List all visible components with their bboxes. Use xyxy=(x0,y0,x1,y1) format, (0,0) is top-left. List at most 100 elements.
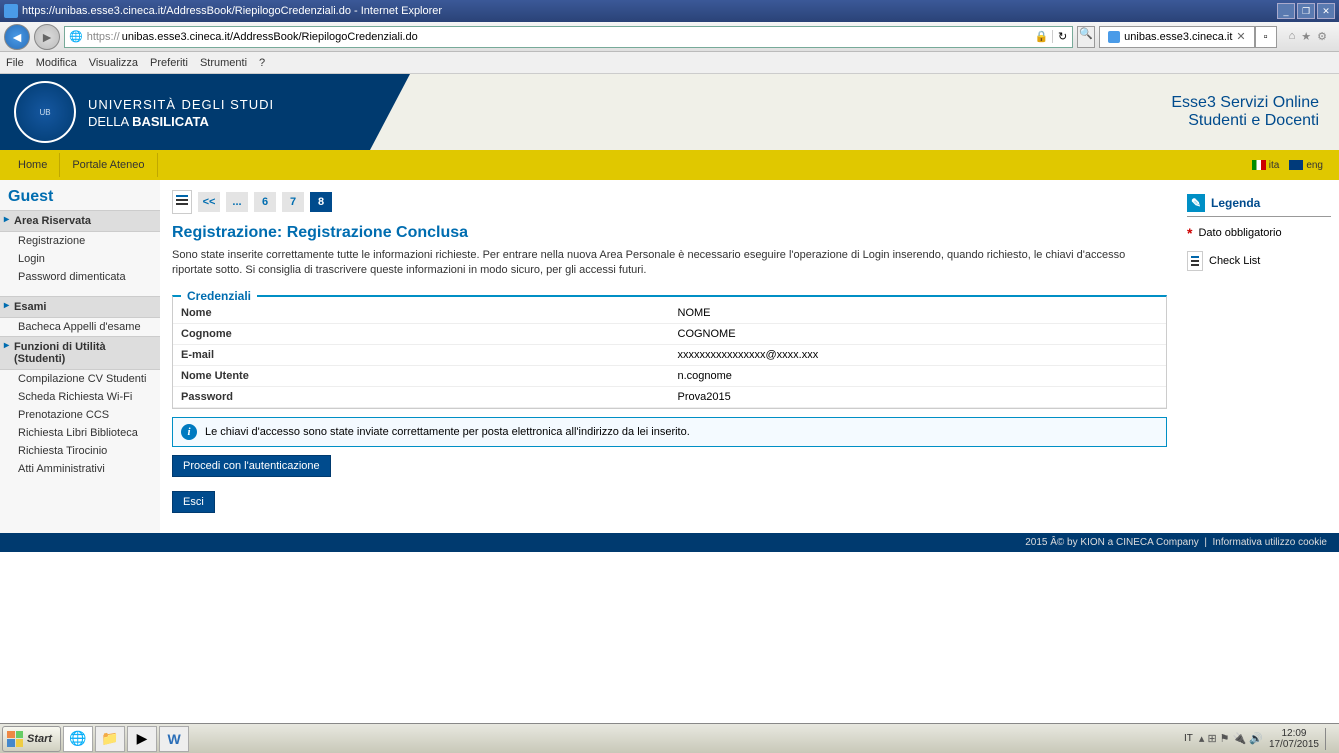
legend-checklist-label: Check List xyxy=(1209,255,1260,267)
uni-name-1a: UNIVERSITÀ xyxy=(88,97,176,112)
taskbar-explorer[interactable]: 📁 xyxy=(95,726,125,752)
window-restore[interactable]: ❐ xyxy=(1297,3,1315,19)
menu-favorites[interactable]: Preferiti xyxy=(150,57,188,69)
tray-up-icon[interactable]: ▴ xyxy=(1199,732,1205,745)
uni-name-2a: DELLA xyxy=(88,114,128,129)
nav-portale[interactable]: Portale Ateneo xyxy=(60,153,157,177)
value-cognome: COGNOME xyxy=(670,323,1167,344)
address-bar[interactable]: 🌐 https:// 🔒 ↻ xyxy=(64,26,1073,48)
menu-tools[interactable]: Strumenti xyxy=(200,57,247,69)
value-utente: n.cognome xyxy=(670,365,1167,386)
table-row: Nome Utenten.cognome xyxy=(173,365,1166,386)
service-title-2: Studenti e Docenti xyxy=(1171,112,1319,130)
credentials-table: NomeNOME CognomeCOGNOME E-mailxxxxxxxxxx… xyxy=(173,303,1166,408)
tools-icon[interactable]: ⚙ xyxy=(1317,30,1327,43)
lang-ita[interactable]: ita xyxy=(1252,160,1280,171)
checklist-small-icon xyxy=(1187,251,1203,271)
sidebar-group-utilita[interactable]: Funzioni di Utilità (Studenti) xyxy=(0,336,160,370)
sidebar-link-wifi[interactable]: Scheda Richiesta Wi-Fi xyxy=(0,388,160,406)
label-nome: Nome xyxy=(173,303,670,324)
wizard-step-8[interactable]: 8 xyxy=(310,192,332,212)
sidebar-link-tirocinio[interactable]: Richiesta Tirocinio xyxy=(0,442,160,460)
wizard-step-7[interactable]: 7 xyxy=(282,192,304,212)
nav-forward-button[interactable]: ► xyxy=(34,24,60,50)
menu-help[interactable]: ? xyxy=(259,57,265,69)
taskbar-word[interactable]: W xyxy=(159,726,189,752)
table-row: NomeNOME xyxy=(173,303,1166,324)
fieldset-legend: Credenziali xyxy=(181,289,257,303)
sidebar-link-cv[interactable]: Compilazione CV Studenti xyxy=(0,370,160,388)
sidebar-link-bacheca[interactable]: Bacheca Appelli d'esame xyxy=(0,318,160,336)
legend-sidebar: ✎ Legenda * Dato obbligatorio Check List xyxy=(1179,180,1339,533)
legend-mandatory: * Dato obbligatorio xyxy=(1187,217,1331,243)
new-tab-button[interactable]: ▫ xyxy=(1255,26,1277,48)
url-input[interactable] xyxy=(120,27,1031,47)
sidebar-group-area-riservata[interactable]: Area Riservata xyxy=(0,210,160,232)
sidebar-link-atti[interactable]: Atti Amministrativi xyxy=(0,460,160,478)
footer-cookie-link[interactable]: Informativa utilizzo cookie xyxy=(1213,537,1328,548)
sidebar-link-libri[interactable]: Richiesta Libri Biblioteca xyxy=(0,424,160,442)
sidebar-link-registrazione[interactable]: Registrazione xyxy=(0,232,160,250)
label-password: Password xyxy=(173,386,670,407)
tab-close-icon[interactable]: ✕ xyxy=(1236,30,1245,43)
system-tray: IT ▴ ⊞ ⚑ 🔌 🔊 12:09 17/07/2015 xyxy=(1184,728,1337,750)
favorites-icon[interactable]: ★ xyxy=(1301,30,1311,43)
menu-file[interactable]: File xyxy=(6,57,24,69)
window-close[interactable]: ✕ xyxy=(1317,3,1335,19)
wizard-step-ellipsis[interactable]: ... xyxy=(226,192,248,212)
sidebar-link-login[interactable]: Login xyxy=(0,250,160,268)
browser-tab[interactable]: unibas.esse3.cineca.it ✕ xyxy=(1099,26,1254,48)
nav-back-button[interactable]: ◄ xyxy=(4,24,30,50)
tray-clock[interactable]: 12:09 17/07/2015 xyxy=(1269,728,1319,750)
tray-power-icon[interactable]: 🔌 xyxy=(1233,732,1247,745)
taskbar-media[interactable]: ▶ xyxy=(127,726,157,752)
sidebar-guest-title: Guest xyxy=(0,180,160,210)
value-password: Prova2015 xyxy=(670,386,1167,407)
search-dropdown[interactable]: 🔍 xyxy=(1077,26,1095,48)
footer-copyright: 2015 Â© by KION a CINECA Company xyxy=(1025,537,1199,548)
lang-eng[interactable]: eng xyxy=(1289,160,1323,171)
value-nome: NOME xyxy=(670,303,1167,324)
exit-button[interactable]: Esci xyxy=(172,491,215,513)
legend-checklist: Check List xyxy=(1187,243,1331,273)
wizard-step-6[interactable]: 6 xyxy=(254,192,276,212)
info-icon: i xyxy=(181,424,197,440)
tab-label: unibas.esse3.cineca.it xyxy=(1124,31,1232,43)
home-icon[interactable]: ⌂ xyxy=(1289,30,1296,43)
taskbar-ie[interactable]: 🌐 xyxy=(63,726,93,752)
menu-edit[interactable]: Modifica xyxy=(36,57,77,69)
refresh-button[interactable]: ↻ xyxy=(1052,30,1072,43)
sidebar-link-password[interactable]: Password dimenticata xyxy=(0,268,160,286)
sidebar-group-esami[interactable]: Esami xyxy=(0,296,160,318)
wizard-step-back[interactable]: << xyxy=(198,192,220,212)
uni-name-1b: DEGLI STUDI xyxy=(181,97,274,112)
sidebar-link-ccs[interactable]: Prenotazione CCS xyxy=(0,406,160,424)
uni-name-2b: BASILICATA xyxy=(132,114,209,129)
label-email: E-mail xyxy=(173,344,670,365)
proceed-auth-button[interactable]: Procedi con l'autenticazione xyxy=(172,455,331,477)
wizard-steps: << ... 6 7 8 xyxy=(172,190,1167,214)
start-label: Start xyxy=(27,733,52,745)
tray-time: 12:09 xyxy=(1269,728,1319,739)
tray-network-icon[interactable]: ⊞ xyxy=(1207,732,1216,745)
start-button[interactable]: Start xyxy=(2,726,61,752)
tray-show-desktop[interactable] xyxy=(1325,728,1333,750)
menu-view[interactable]: Visualizza xyxy=(89,57,138,69)
label-cognome: Cognome xyxy=(173,323,670,344)
window-minimize[interactable]: _ xyxy=(1277,3,1295,19)
legend-mandatory-label: Dato obbligatorio xyxy=(1198,227,1281,239)
tray-flag-icon[interactable]: ⚑ xyxy=(1220,732,1230,745)
left-sidebar: Guest Area Riservata Registrazione Login… xyxy=(0,180,160,533)
flag-en-icon xyxy=(1289,160,1303,170)
tray-volume-icon[interactable]: 🔊 xyxy=(1249,732,1263,745)
info-message-text: Le chiavi d'accesso sono state inviate c… xyxy=(205,426,690,438)
legend-header: ✎ Legenda xyxy=(1187,190,1331,217)
table-row: PasswordProva2015 xyxy=(173,386,1166,407)
site-header: UB UNIVERSITÀ DEGLI STUDI DELLA BASILICA… xyxy=(0,74,1339,150)
browser-menubar: File Modifica Visualizza Preferiti Strum… xyxy=(0,52,1339,74)
tray-lang[interactable]: IT xyxy=(1184,733,1193,744)
windows-logo-icon xyxy=(7,731,23,747)
university-seal-logo: UB xyxy=(14,81,76,143)
credentials-fieldset: Credenziali NomeNOME CognomeCOGNOME E-ma… xyxy=(172,289,1167,409)
nav-home[interactable]: Home xyxy=(6,153,60,177)
